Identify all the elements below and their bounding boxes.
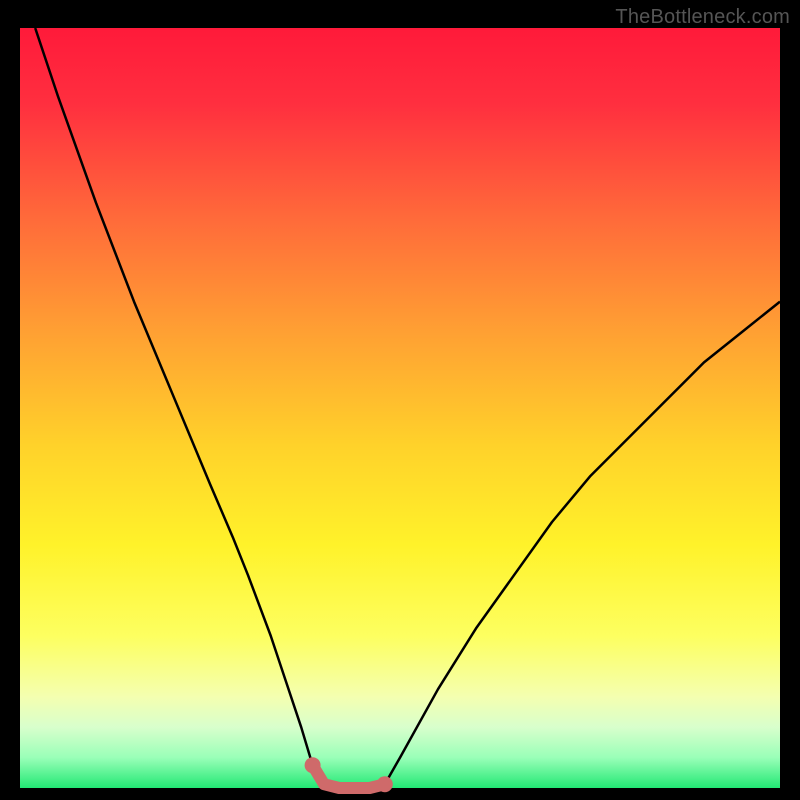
chart-background-gradient: [20, 28, 780, 788]
watermark-label: TheBottleneck.com: [615, 6, 790, 29]
bottleneck-chart: TheBottleneck.com: [0, 0, 800, 800]
highlight-endpoint: [305, 757, 321, 773]
chart-svg: [0, 0, 800, 800]
highlight-endpoint: [377, 776, 393, 792]
